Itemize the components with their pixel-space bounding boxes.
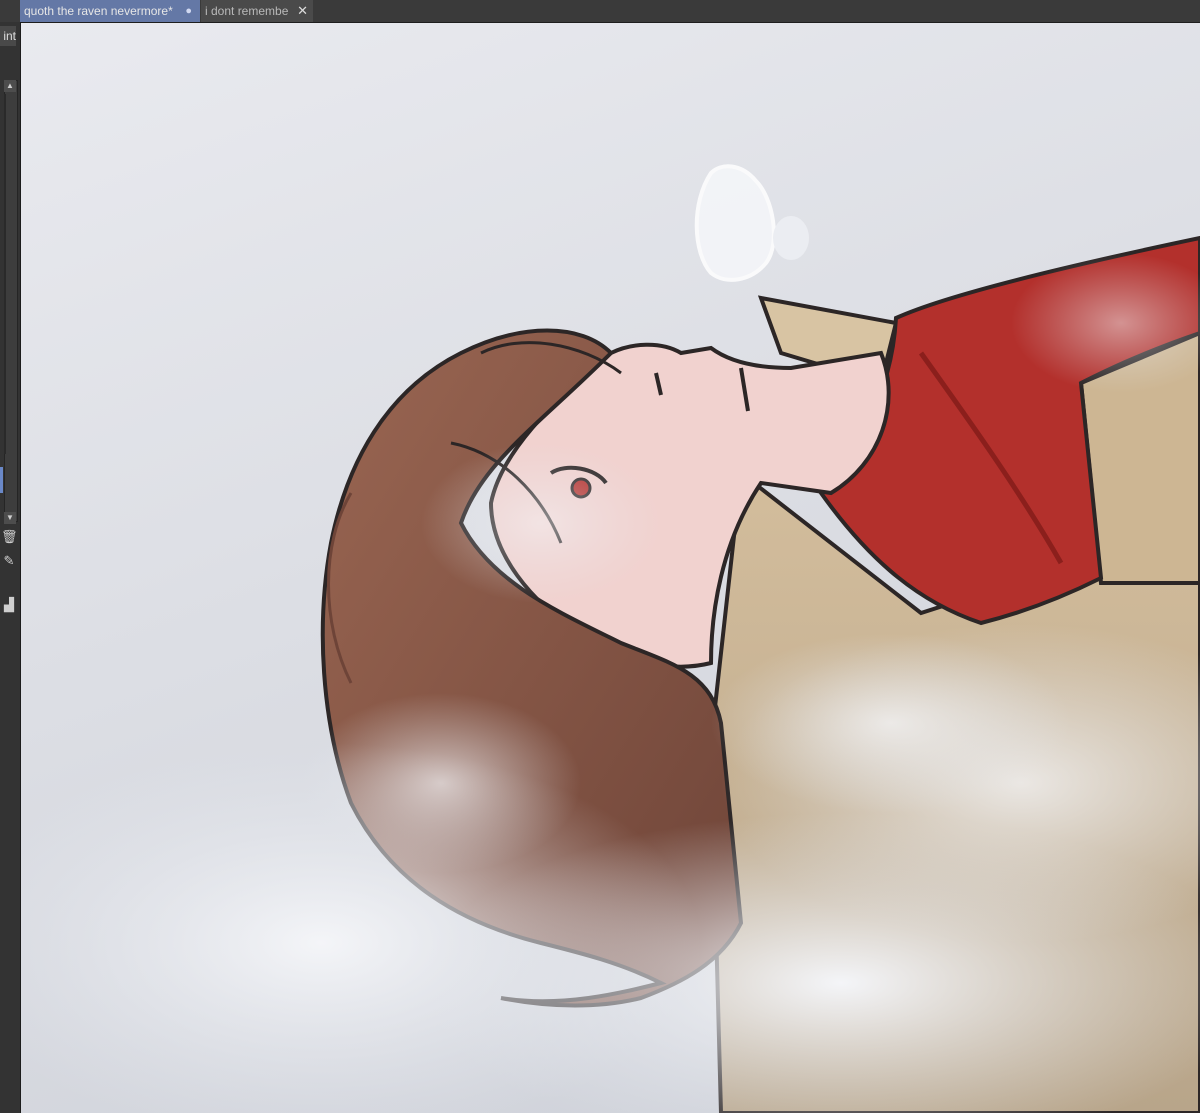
scroll-down-icon[interactable]: ▼	[4, 512, 16, 524]
trash-icon[interactable]: 🗑	[1, 528, 18, 546]
artwork	[21, 164, 1200, 1113]
panel-scrollbar[interactable]	[4, 80, 18, 522]
panel-divider	[4, 94, 6, 454]
scroll-up-icon[interactable]: ▲	[4, 80, 16, 92]
pen-icon[interactable]: ✎	[1, 552, 17, 570]
breath-vapor	[694, 164, 809, 282]
drawing-canvas[interactable]	[21, 23, 1200, 1113]
tab-label: quoth the raven nevermore*	[24, 4, 173, 18]
tab-bar-spacer	[0, 0, 19, 22]
lock-icon[interactable]: ▟	[1, 596, 17, 614]
selected-layer-marker	[0, 467, 3, 493]
tab-quoth-the-raven[interactable]: quoth the raven nevermore* ●	[20, 0, 200, 22]
tab-label: i dont remembe	[205, 4, 289, 18]
document-tab-bar: quoth the raven nevermore* ● i dont reme…	[0, 0, 1200, 23]
left-tool-panel: int ▲ ▼ 🗑 ✎ ▟	[0, 22, 21, 1113]
tab-i-dont-remember[interactable]: i dont remembe ✕	[201, 0, 313, 22]
close-icon[interactable]: ✕	[297, 0, 308, 22]
paint-tool-button[interactable]: int	[0, 26, 16, 46]
unsaved-dot-icon: ●	[185, 5, 192, 17]
